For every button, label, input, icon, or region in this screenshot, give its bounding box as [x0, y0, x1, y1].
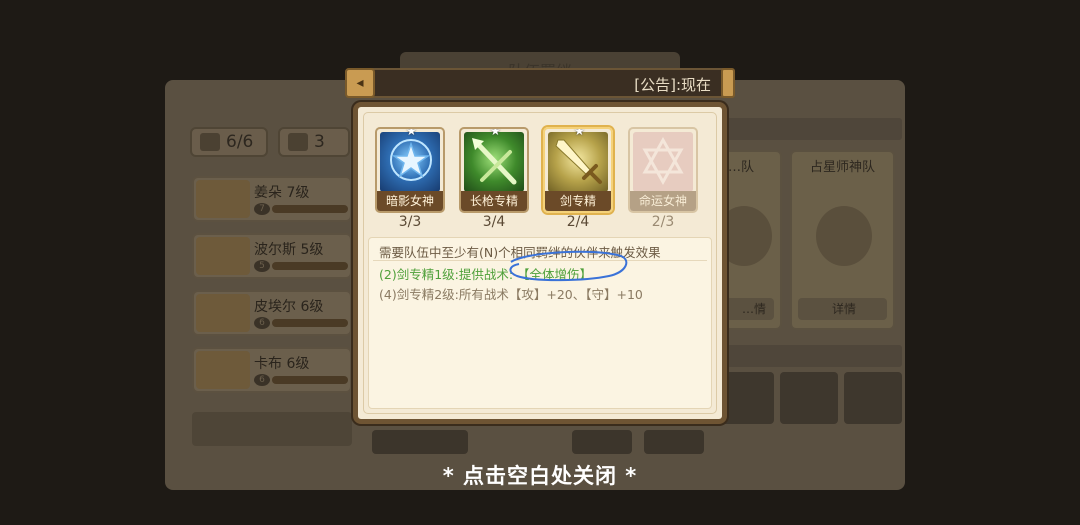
background-button: [644, 430, 704, 454]
team-card[interactable]: 占星师神队 详情: [790, 150, 895, 330]
bond-tile: ★ 长枪专精: [459, 127, 529, 213]
hero-portrait: [196, 294, 250, 332]
tab-other-bonds[interactable]: 3: [278, 127, 350, 157]
hero-card[interactable]: 波尔斯 5级 5: [192, 233, 352, 279]
background-strip: [726, 345, 902, 367]
hero-card[interactable]: 姜朵 7级 7: [192, 176, 352, 222]
hero-progress-bar: [272, 205, 348, 213]
close-hint[interactable]: * 点击空白处关闭 *: [0, 460, 1080, 490]
bond-item-fate-goddess[interactable]: 命运女神 2/3: [628, 127, 698, 230]
sword-icon: [548, 132, 608, 192]
spear-icon: [464, 132, 524, 192]
background-button: [572, 430, 632, 454]
hero-portrait: [196, 237, 250, 275]
tier2-effect-text: (4)剑专精2级:所有战术【攻】+20、【守】+10: [379, 287, 643, 302]
bond-tile: 命运女神: [628, 127, 698, 213]
announcement-text: [公告]:现在: [634, 76, 711, 94]
hero-portrait: [196, 351, 250, 389]
hero-card[interactable]: 皮埃尔 6级 6: [192, 290, 352, 336]
hero-progress-bar: [272, 319, 348, 327]
hero-progress-bar: [272, 262, 348, 270]
hero-portrait: [196, 180, 250, 218]
tab-active-bonds[interactable]: 6/6: [190, 127, 268, 157]
announcement-bar: ◂ [公告]:现在: [345, 68, 735, 98]
background-tile: [844, 372, 902, 424]
annotation-circle: [509, 250, 628, 282]
star-rank-icon: ★: [490, 127, 501, 138]
hero-progress-bar: [272, 376, 348, 384]
background-bottom-bar: [192, 412, 352, 446]
bond-tile: ★ 暗影女神: [375, 127, 445, 213]
background-strip: [726, 118, 902, 140]
star-rank-icon: ★: [406, 127, 417, 138]
sword-icon: [200, 133, 220, 151]
hero-card[interactable]: 卡布 6级 6: [192, 347, 352, 393]
bar-end-cap: [721, 68, 735, 98]
sword-icon: [288, 133, 308, 151]
star-icon: [380, 132, 440, 192]
bond-item-sword-mastery[interactable]: ★ 剑专精 2/4: [543, 127, 613, 230]
team-emblem: [816, 206, 872, 266]
detail-button[interactable]: 详情: [798, 298, 887, 320]
star-rank-icon: ★: [574, 127, 585, 138]
bond-item-spear-mastery[interactable]: ★ 长枪专精 3/4: [459, 127, 529, 230]
bond-item-shadow-goddess[interactable]: ★ 暗影女神 3/3: [375, 127, 445, 230]
background-tile: [780, 372, 838, 424]
back-arrow-icon[interactable]: ◂: [345, 68, 375, 98]
hexagram-icon: [633, 132, 693, 192]
background-button: [372, 430, 468, 454]
bond-tile: ★ 剑专精: [543, 127, 613, 213]
